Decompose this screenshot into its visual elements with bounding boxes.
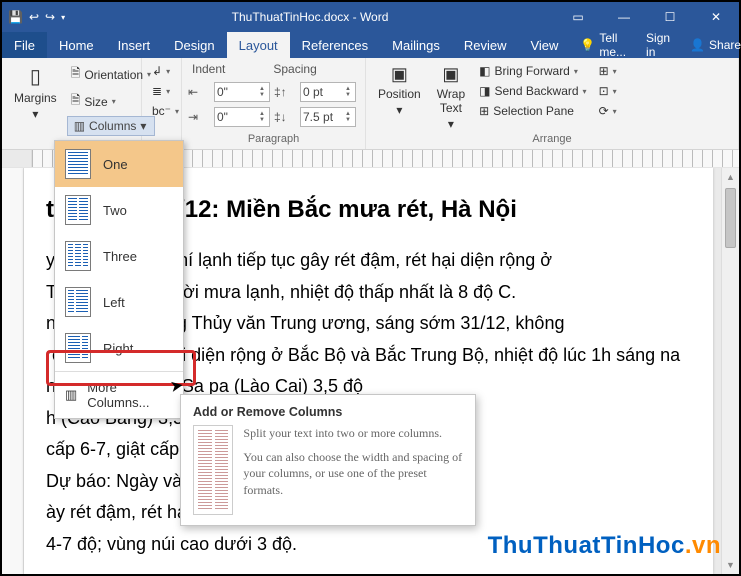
wrap-text-button[interactable]: ▣Wrap Text▾ xyxy=(431,62,471,133)
watermark: ThuThuatTinHoc.vn xyxy=(488,532,721,560)
tell-me[interactable]: 💡Tell me... xyxy=(570,32,636,58)
breaks-button[interactable]: ↲▾ xyxy=(148,62,175,80)
rotate-icon: ⟳ xyxy=(599,104,609,118)
margins-icon: ▯ xyxy=(30,64,41,89)
tab-file[interactable]: File xyxy=(2,32,47,58)
tab-references[interactable]: References xyxy=(290,32,380,58)
sign-in[interactable]: Sign in xyxy=(636,32,680,58)
indent-left-input[interactable]: 0"▲▼ xyxy=(214,82,270,102)
columns-more[interactable]: ▥ More Columns... xyxy=(55,371,183,418)
position-icon: ▣ xyxy=(391,64,408,85)
tab-view[interactable]: View xyxy=(518,32,570,58)
indent-label: Indent xyxy=(192,62,225,76)
hyphenation-icon: bc⁻ xyxy=(152,104,171,118)
align-icon: ⊞ xyxy=(599,64,609,78)
columns-left[interactable]: Left xyxy=(55,279,183,325)
columns-icon: ▥ xyxy=(74,119,85,133)
share-button[interactable]: 👤Share xyxy=(680,32,741,58)
minimize-icon[interactable]: — xyxy=(601,2,647,32)
arrange-group-label: Arrange xyxy=(372,133,732,147)
bring-forward-icon: ◧ xyxy=(479,64,490,78)
space-after-icon: ‡↓ xyxy=(274,110,296,124)
size-icon: 🗎 xyxy=(71,91,81,112)
selection-pane-icon: ⊞ xyxy=(479,104,489,118)
columns-two[interactable]: Two xyxy=(55,187,183,233)
tooltip-text: Split your text into two or more columns… xyxy=(243,425,463,441)
columns-more-icon: ▥ xyxy=(65,387,77,403)
space-after-input[interactable]: 7.5 pt▲▼ xyxy=(300,107,356,127)
send-backward-icon: ◨ xyxy=(479,84,490,98)
selection-pane-button[interactable]: ⊞Selection Pane xyxy=(475,102,590,120)
save-icon[interactable]: 💾 xyxy=(8,10,23,24)
maximize-icon[interactable]: ☐ xyxy=(647,2,693,32)
scroll-thumb[interactable] xyxy=(725,188,736,248)
scroll-down-icon[interactable]: ▼ xyxy=(722,556,739,574)
bulb-icon: 💡 xyxy=(580,38,595,52)
ribbon-tabs: File Home Insert Design Layout Reference… xyxy=(2,32,739,58)
space-before-input[interactable]: 0 pt▲▼ xyxy=(300,82,356,102)
vertical-ruler[interactable] xyxy=(2,168,24,574)
ribbon-options-icon[interactable]: ▭ xyxy=(555,2,601,32)
columns-three[interactable]: Three xyxy=(55,233,183,279)
tooltip-text: You can also choose the width and spacin… xyxy=(243,449,463,498)
line-numbers-button[interactable]: ≣▾ xyxy=(148,82,175,100)
indent-right-icon: ⇥ xyxy=(188,110,210,124)
breaks-icon: ↲ xyxy=(152,64,162,78)
space-before-icon: ‡↑ xyxy=(274,85,296,99)
ribbon: ▯ Margins▾ 🗎Orientation▾ 🗎Size▾ ▥Columns… xyxy=(2,58,739,150)
tooltip-image xyxy=(193,425,233,515)
redo-icon[interactable]: ↪ xyxy=(45,10,55,24)
tab-insert[interactable]: Insert xyxy=(106,32,163,58)
tab-design[interactable]: Design xyxy=(162,32,226,58)
document-title: ThuThuatTinHoc.docx - Word xyxy=(65,10,555,24)
columns-dropdown: One Two Three Left Right ▥ More Columns.… xyxy=(54,140,184,419)
tooltip: Add or Remove Columns Split your text in… xyxy=(180,394,476,526)
position-button[interactable]: ▣Position▾ xyxy=(372,62,427,119)
title-bar: 💾 ↩ ↪ ▾ ThuThuatTinHoc.docx - Word ▭ — ☐… xyxy=(2,2,739,32)
indent-left-icon: ⇤ xyxy=(188,85,210,99)
paragraph-group-label: Paragraph xyxy=(188,133,359,147)
tab-home[interactable]: Home xyxy=(47,32,106,58)
vertical-scrollbar[interactable]: ▲ ▼ xyxy=(721,168,739,574)
orientation-icon: 🗎 xyxy=(71,64,81,85)
columns-right[interactable]: Right xyxy=(55,325,183,371)
columns-one[interactable]: One xyxy=(55,141,183,187)
tab-layout[interactable]: Layout xyxy=(227,32,290,58)
undo-icon[interactable]: ↩ xyxy=(29,10,39,24)
line-numbers-icon: ≣ xyxy=(152,84,162,98)
wrap-icon: ▣ xyxy=(442,64,459,85)
indent-right-input[interactable]: 0"▲▼ xyxy=(214,107,270,127)
bring-forward-button[interactable]: ◧Bring Forward▾ xyxy=(475,62,590,80)
share-icon: 👤 xyxy=(690,38,705,52)
close-icon[interactable]: ✕ xyxy=(693,2,739,32)
tab-review[interactable]: Review xyxy=(452,32,519,58)
scroll-up-icon[interactable]: ▲ xyxy=(722,168,739,186)
tab-mailings[interactable]: Mailings xyxy=(380,32,452,58)
spacing-label: Spacing xyxy=(273,62,316,76)
align-button[interactable]: ⊞▾ xyxy=(595,62,621,80)
rotate-button[interactable]: ⟳▾ xyxy=(595,102,621,120)
hyphenation-button[interactable]: bc⁻▾ xyxy=(148,102,175,120)
group-button[interactable]: ⊡▾ xyxy=(595,82,621,100)
margins-button[interactable]: ▯ Margins▾ xyxy=(8,62,63,123)
tooltip-title: Add or Remove Columns xyxy=(193,405,463,419)
group-icon: ⊡ xyxy=(599,84,609,98)
send-backward-button[interactable]: ◨Send Backward▾ xyxy=(475,82,590,100)
